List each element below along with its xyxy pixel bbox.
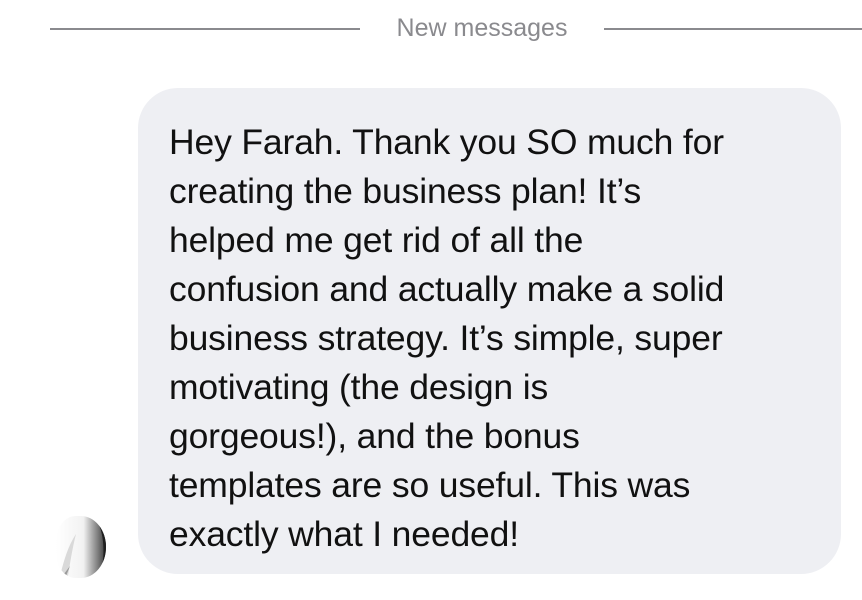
divider-line-left bbox=[50, 28, 360, 30]
avatar-icon bbox=[56, 516, 106, 578]
new-messages-label: New messages bbox=[396, 14, 568, 42]
message-bubble[interactable]: Hey Farah. Thank you SO much for creatin… bbox=[138, 88, 841, 574]
new-messages-divider: New messages bbox=[0, 0, 862, 56]
divider-line-right bbox=[604, 28, 862, 30]
message-text: Hey Farah. Thank you SO much for creatin… bbox=[169, 122, 725, 554]
sender-avatar[interactable] bbox=[56, 516, 106, 578]
